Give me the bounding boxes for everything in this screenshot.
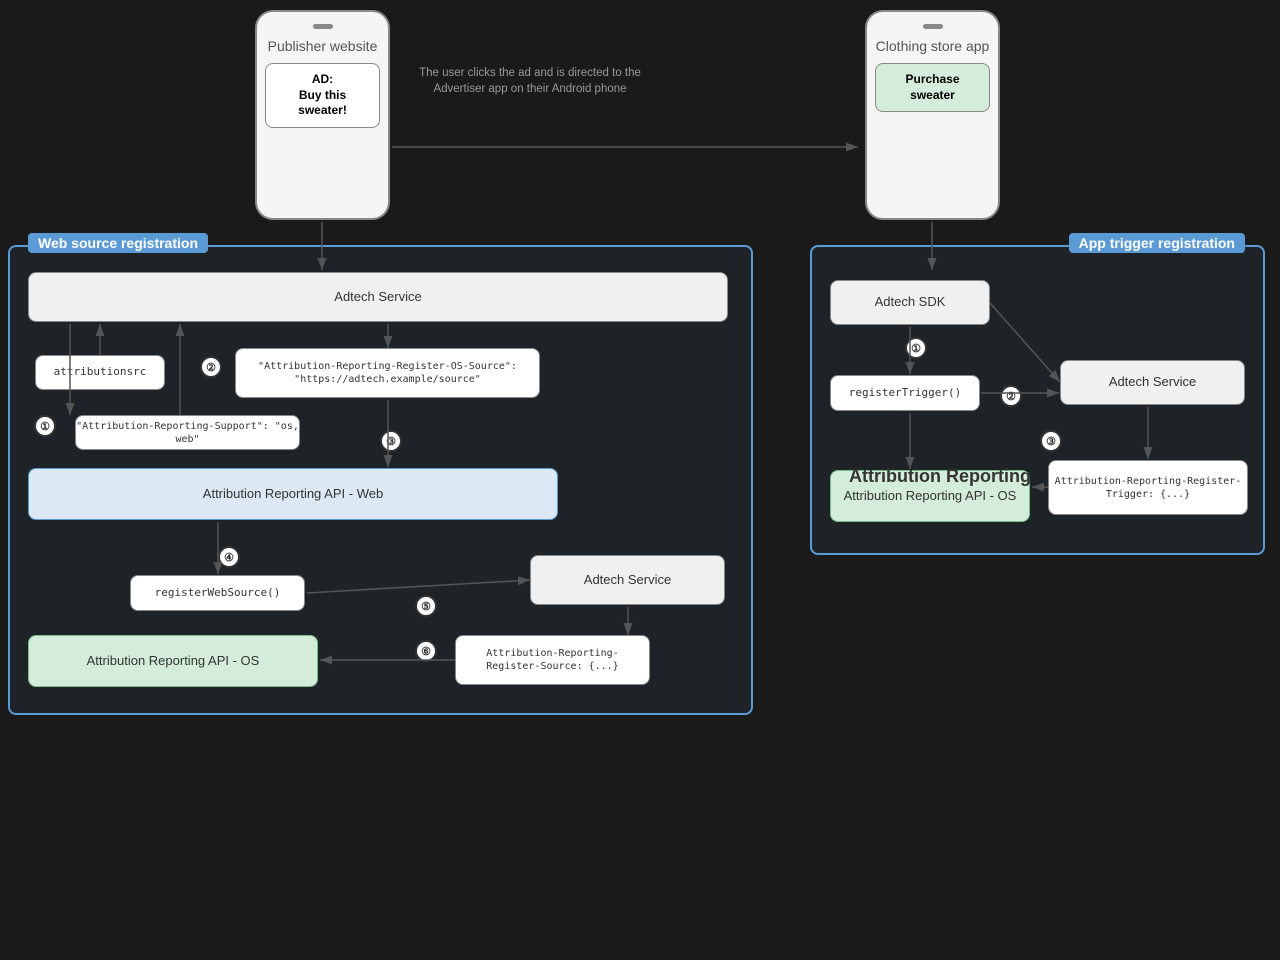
support-header-label: "Attribution-Reporting-Support": "os, we…: [76, 420, 299, 446]
ad-line2: Buy this sweater!: [298, 88, 347, 118]
circle-5-left: ⑤: [415, 595, 437, 617]
circle-6-left: ⑥: [415, 640, 437, 662]
phone-notch-clothing: [923, 24, 943, 29]
left-adtech-service: Adtech Service: [28, 272, 728, 322]
register-web-source-label: registerWebSource(): [155, 586, 281, 600]
attr-api-os-right-label: Attribution Reporting API - OS: [844, 488, 1017, 505]
publisher-phone: Publisher website AD: Buy this sweater!: [255, 10, 390, 220]
app-trigger-label: App trigger registration: [1069, 233, 1245, 253]
os-source-header-label: "Attribution-Reporting-Register-OS-Sourc…: [240, 360, 535, 386]
attribution-reporting-label: Attribution Reporting: [820, 465, 1060, 488]
attributionsrc-label: attributionsrc: [54, 365, 147, 379]
clothing-phone: Clothing store app Purchase sweater: [865, 10, 1000, 220]
register-trigger-label: registerTrigger(): [849, 386, 962, 400]
circle-1-right: ①: [905, 337, 927, 359]
attributionsrc-box: attributionsrc: [35, 355, 165, 390]
circle-3-right: ③: [1040, 430, 1062, 452]
attr-api-web-label: Attribution Reporting API - Web: [203, 486, 383, 503]
attr-api-web-box: Attribution Reporting API - Web: [28, 468, 558, 520]
right-adtech-service-label: Adtech Service: [1109, 374, 1196, 391]
publisher-phone-title: Publisher website: [268, 37, 378, 55]
register-web-source-box: registerWebSource(): [130, 575, 305, 611]
circle-2-left: ②: [200, 356, 222, 378]
right-adtech-service: Adtech Service: [1060, 360, 1245, 405]
adtech-sdk-label: Adtech SDK: [875, 294, 946, 311]
circle-3-left: ③: [380, 430, 402, 452]
attr-api-os-left: Attribution Reporting API - OS: [28, 635, 318, 687]
attr-api-os-left-label: Attribution Reporting API - OS: [87, 653, 260, 670]
purchase-button: Purchase sweater: [875, 63, 990, 112]
ad-line1: AD:: [312, 72, 333, 86]
register-source-label: Attribution-Reporting- Register-Source: …: [486, 647, 618, 673]
center-annotation: The user clicks the ad and is directed t…: [400, 65, 660, 97]
register-trigger-box: registerTrigger(): [830, 375, 980, 411]
web-source-label: Web source registration: [28, 233, 208, 253]
adtech-service-bottom: Adtech Service: [530, 555, 725, 605]
clothing-phone-title: Clothing store app: [876, 37, 990, 55]
support-header-box: "Attribution-Reporting-Support": "os, we…: [75, 415, 300, 450]
circle-1-left: ①: [34, 415, 56, 437]
diagram-area: Publisher website AD: Buy this sweater! …: [0, 0, 1280, 960]
register-trigger-code-label: Attribution-Reporting-Register- Trigger:…: [1055, 475, 1242, 501]
register-trigger-code-box: Attribution-Reporting-Register- Trigger:…: [1048, 460, 1248, 515]
adtech-service-bottom-label: Adtech Service: [584, 572, 671, 589]
os-source-header-box: "Attribution-Reporting-Register-OS-Sourc…: [235, 348, 540, 398]
left-adtech-service-label: Adtech Service: [334, 289, 421, 306]
circle-2-right: ②: [1000, 385, 1022, 407]
register-source-box: Attribution-Reporting- Register-Source: …: [455, 635, 650, 685]
adtech-sdk-box: Adtech SDK: [830, 280, 990, 325]
circle-4-left: ④: [218, 546, 240, 568]
phone-notch-publisher: [313, 24, 333, 29]
publisher-ad-button: AD: Buy this sweater!: [265, 63, 380, 128]
